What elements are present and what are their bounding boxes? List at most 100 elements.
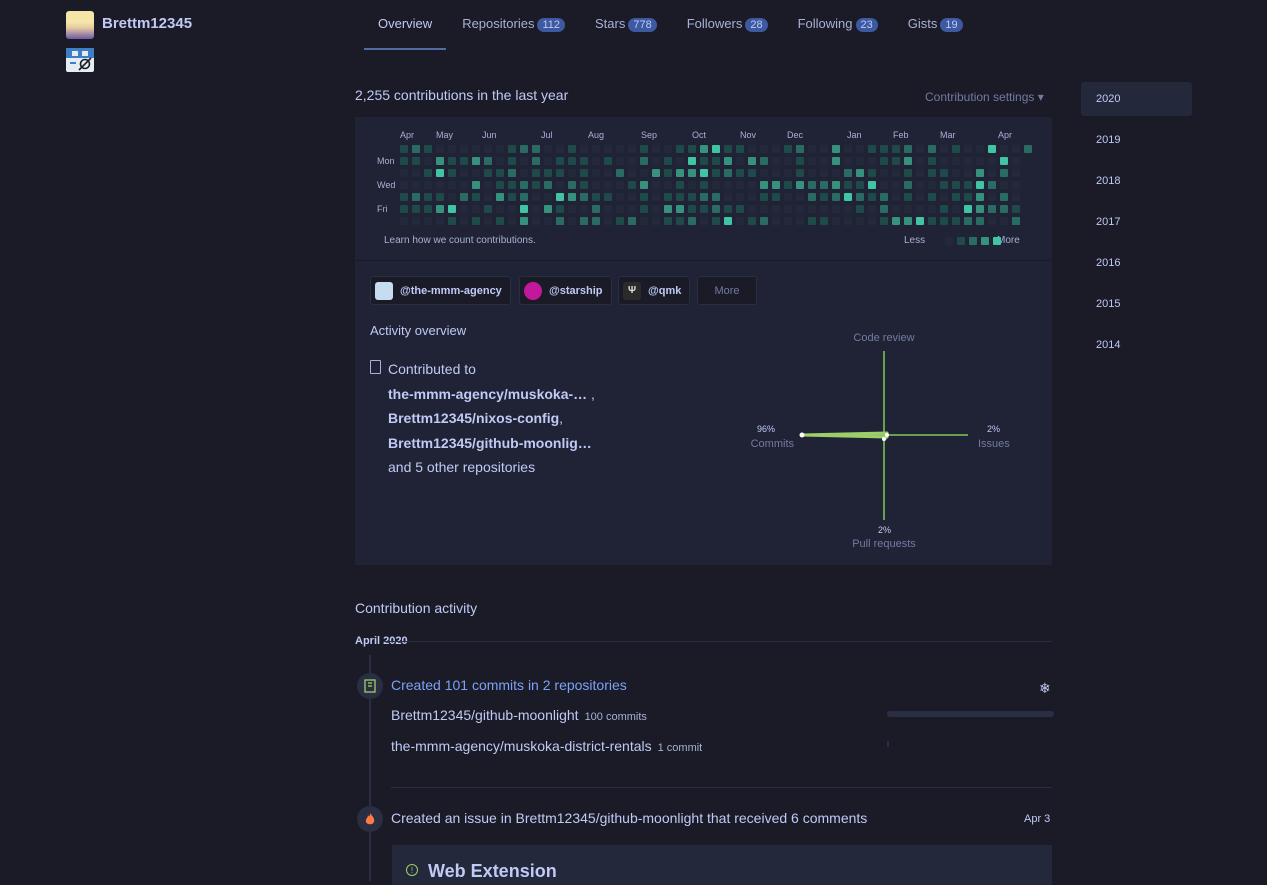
contribution-day-cell[interactable] <box>628 169 636 177</box>
contribution-day-cell[interactable] <box>892 169 900 177</box>
contribution-day-cell[interactable] <box>520 157 528 165</box>
contribution-day-cell[interactable] <box>496 169 504 177</box>
contribution-day-cell[interactable] <box>772 205 780 213</box>
tab-followers[interactable]: Followers 28 <box>673 0 782 50</box>
contribution-day-cell[interactable] <box>772 217 780 225</box>
contribution-day-cell[interactable] <box>400 157 408 165</box>
contribution-day-cell[interactable] <box>544 145 552 153</box>
contribution-day-cell[interactable] <box>628 193 636 201</box>
commits-event-title[interactable]: Created 101 commits in 2 repositories <box>391 677 627 693</box>
contribution-day-cell[interactable] <box>724 169 732 177</box>
contribution-day-cell[interactable] <box>736 193 744 201</box>
contribution-day-cell[interactable] <box>904 217 912 225</box>
contribution-day-cell[interactable] <box>736 157 744 165</box>
contribution-day-cell[interactable] <box>580 205 588 213</box>
contribution-day-cell[interactable] <box>964 145 972 153</box>
contribution-day-cell[interactable] <box>484 205 492 213</box>
contribution-day-cell[interactable] <box>940 217 948 225</box>
contribution-day-cell[interactable] <box>580 193 588 201</box>
contribution-day-cell[interactable] <box>520 193 528 201</box>
contribution-day-cell[interactable] <box>688 169 696 177</box>
contribution-day-cell[interactable] <box>640 157 648 165</box>
contribution-day-cell[interactable] <box>928 169 936 177</box>
contribution-day-cell[interactable] <box>1000 193 1008 201</box>
contribution-day-cell[interactable] <box>436 181 444 189</box>
contribution-day-cell[interactable] <box>964 193 972 201</box>
contribution-day-cell[interactable] <box>976 181 984 189</box>
contribution-day-cell[interactable] <box>460 205 468 213</box>
contribution-day-cell[interactable] <box>604 205 612 213</box>
contribution-day-cell[interactable] <box>820 193 828 201</box>
contribution-day-cell[interactable] <box>928 205 936 213</box>
contribution-day-cell[interactable] <box>760 169 768 177</box>
contribution-day-cell[interactable] <box>700 157 708 165</box>
contribution-day-cell[interactable] <box>976 157 984 165</box>
contribution-day-cell[interactable] <box>844 193 852 201</box>
contribution-day-cell[interactable] <box>760 145 768 153</box>
contribution-day-cell[interactable] <box>832 193 840 201</box>
contribution-day-cell[interactable] <box>916 181 924 189</box>
contribution-day-cell[interactable] <box>688 145 696 153</box>
contribution-day-cell[interactable] <box>556 157 564 165</box>
contribution-day-cell[interactable] <box>1012 217 1020 225</box>
contribution-day-cell[interactable] <box>856 181 864 189</box>
hidden-eye-icon[interactable] <box>66 48 94 72</box>
contribution-day-cell[interactable] <box>1000 205 1008 213</box>
contribution-day-cell[interactable] <box>664 193 672 201</box>
contribution-day-cell[interactable] <box>784 169 792 177</box>
contribution-day-cell[interactable] <box>736 181 744 189</box>
contribution-day-cell[interactable] <box>448 193 456 201</box>
contribution-day-cell[interactable] <box>544 217 552 225</box>
contribution-day-cell[interactable] <box>652 145 660 153</box>
contribution-day-cell[interactable] <box>868 169 876 177</box>
contribution-day-cell[interactable] <box>508 193 516 201</box>
contribution-day-cell[interactable] <box>592 193 600 201</box>
contribution-day-cell[interactable] <box>676 169 684 177</box>
contribution-day-cell[interactable] <box>676 193 684 201</box>
contribution-day-cell[interactable] <box>604 157 612 165</box>
contribution-day-cell[interactable] <box>460 217 468 225</box>
contribution-day-cell[interactable] <box>520 181 528 189</box>
commit-count[interactable]: 100 commits <box>585 711 647 723</box>
contribution-day-cell[interactable] <box>952 157 960 165</box>
contribution-day-cell[interactable] <box>796 157 804 165</box>
contribution-day-cell[interactable] <box>796 217 804 225</box>
contribution-day-cell[interactable] <box>820 157 828 165</box>
contribution-day-cell[interactable] <box>784 145 792 153</box>
contribution-day-cell[interactable] <box>700 217 708 225</box>
contribution-day-cell[interactable] <box>556 193 564 201</box>
contribution-day-cell[interactable] <box>412 181 420 189</box>
contribution-day-cell[interactable] <box>652 169 660 177</box>
contribution-day-cell[interactable] <box>904 181 912 189</box>
contribution-day-cell[interactable] <box>652 205 660 213</box>
contribution-day-cell[interactable] <box>796 205 804 213</box>
contribution-day-cell[interactable] <box>592 205 600 213</box>
contribution-settings-dropdown[interactable]: Contribution settings ▾ <box>925 90 1044 104</box>
contribution-day-cell[interactable] <box>508 181 516 189</box>
contribution-day-cell[interactable] <box>736 217 744 225</box>
issue-card[interactable]: ! Web Extension <box>392 845 1052 885</box>
contribution-day-cell[interactable] <box>424 169 432 177</box>
contribution-day-cell[interactable] <box>952 217 960 225</box>
contribution-day-cell[interactable] <box>700 169 708 177</box>
contribution-day-cell[interactable] <box>796 145 804 153</box>
contribution-day-cell[interactable] <box>928 193 936 201</box>
contribution-day-cell[interactable] <box>976 145 984 153</box>
contribution-day-cell[interactable] <box>892 145 900 153</box>
contribution-day-cell[interactable] <box>712 181 720 189</box>
contribution-day-cell[interactable] <box>580 169 588 177</box>
contribution-day-cell[interactable] <box>988 193 996 201</box>
contribution-day-cell[interactable] <box>640 193 648 201</box>
contribution-day-cell[interactable] <box>832 169 840 177</box>
contribution-day-cell[interactable] <box>736 145 744 153</box>
contribution-day-cell[interactable] <box>772 193 780 201</box>
contribution-day-cell[interactable] <box>748 205 756 213</box>
contribution-day-cell[interactable] <box>940 157 948 165</box>
contribution-day-cell[interactable] <box>1012 169 1020 177</box>
tab-repositories[interactable]: Repositories 112 <box>448 0 579 50</box>
contribution-day-cell[interactable] <box>952 193 960 201</box>
contribution-day-cell[interactable] <box>856 205 864 213</box>
contribution-day-cell[interactable] <box>916 145 924 153</box>
contribution-day-cell[interactable] <box>952 169 960 177</box>
contribution-day-cell[interactable] <box>556 169 564 177</box>
